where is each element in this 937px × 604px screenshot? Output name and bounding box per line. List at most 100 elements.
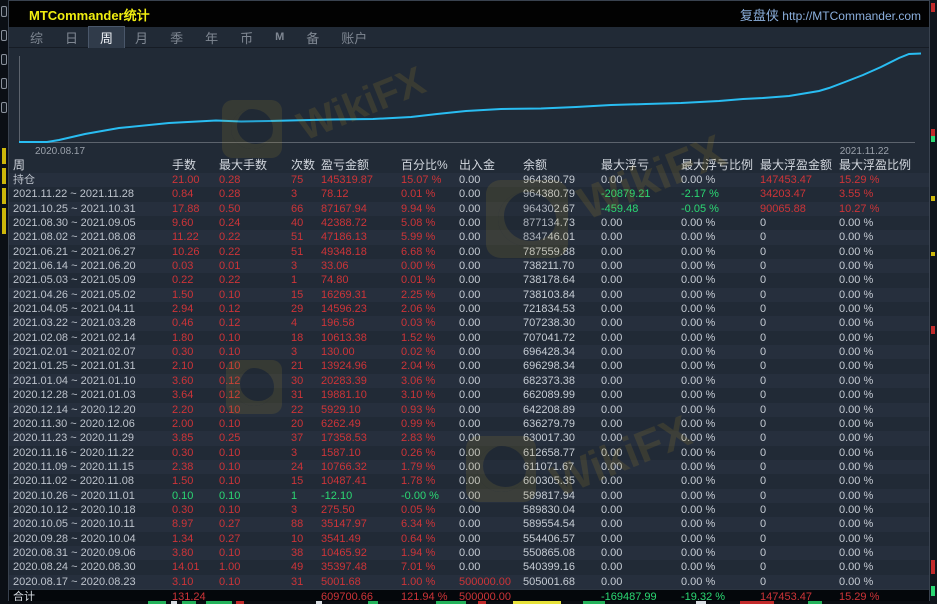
cell: 31 xyxy=(291,388,321,402)
table-row[interactable]: 2020.09.28 ~ 2020.10.041.340.27103541.49… xyxy=(9,532,929,546)
table-row[interactable]: 2021.06.14 ~ 2021.06.200.030.01333.060.0… xyxy=(9,259,929,273)
cell: 0.46 xyxy=(172,316,219,330)
cell: 8.97 xyxy=(172,517,219,531)
cell: 2021.04.05 ~ 2021.04.11 xyxy=(13,302,172,316)
table-row[interactable]: 2020.12.28 ~ 2021.01.033.640.123119881.1… xyxy=(9,388,929,402)
cell: 0.00 xyxy=(459,216,523,230)
menu-item-综[interactable]: 综 xyxy=(19,27,54,48)
table-row[interactable]: 2021.02.08 ~ 2021.02.141.800.101810613.3… xyxy=(9,331,929,345)
cell: 0 xyxy=(760,273,839,287)
cell: 0.00 % xyxy=(839,417,929,431)
brand-name: 复盘侠 xyxy=(740,8,779,23)
cell: 0 xyxy=(760,331,839,345)
cell: 0.03 xyxy=(172,259,219,273)
menu-item-币[interactable]: 币 xyxy=(229,27,264,48)
cell: 0.00 % xyxy=(839,359,929,373)
cell: 1.00 % xyxy=(401,575,459,589)
table-row[interactable]: 2020.08.17 ~ 2020.08.233.100.10315001.68… xyxy=(9,575,929,589)
cell: 0.10 xyxy=(172,489,219,503)
cell: 2021.08.02 ~ 2021.08.08 xyxy=(13,230,172,244)
cell: 0.84 xyxy=(172,187,219,201)
menu-item-账户[interactable]: 账户 xyxy=(330,27,378,48)
cell: 0.00 % xyxy=(681,446,760,460)
cell: 2020.12.28 ~ 2021.01.03 xyxy=(13,388,172,402)
table-row[interactable]: 2020.11.02 ~ 2020.11.081.500.101510487.4… xyxy=(9,474,929,488)
brand-link[interactable]: 复盘侠 http://MTCommander.com xyxy=(740,5,921,24)
cell: 0.00 xyxy=(601,359,681,373)
cell: 9.94 % xyxy=(401,202,459,216)
cell: 0.00 xyxy=(459,288,523,302)
cell: 0.00 xyxy=(459,173,523,187)
cell: 0.00 % xyxy=(839,331,929,345)
table-row[interactable]: 2021.03.22 ~ 2021.03.280.460.124196.580.… xyxy=(9,316,929,330)
table-row[interactable]: 2020.12.14 ~ 2020.12.202.200.10225929.10… xyxy=(9,403,929,417)
table-row[interactable]: 2020.08.31 ~ 2020.09.063.800.103810465.9… xyxy=(9,546,929,560)
table-row[interactable]: 2021.01.25 ~ 2021.01.312.100.102113924.9… xyxy=(9,359,929,373)
table-row[interactable]: 2020.11.09 ~ 2020.11.152.380.102410766.3… xyxy=(9,460,929,474)
cell: 707041.72 xyxy=(523,331,601,345)
cell: 0.00 xyxy=(601,216,681,230)
cell: 275.50 xyxy=(321,503,401,517)
table-row[interactable]: 2021.05.03 ~ 2021.05.090.220.22174.800.0… xyxy=(9,273,929,287)
cell: 0.00 % xyxy=(839,460,929,474)
cell: 0.00 % xyxy=(839,388,929,402)
table-row[interactable]: 2020.11.16 ~ 2020.11.220.300.1031587.100… xyxy=(9,446,929,460)
cell: 2020.09.28 ~ 2020.10.04 xyxy=(13,532,172,546)
cell: 0.93 % xyxy=(401,403,459,417)
cell: 0.00 % xyxy=(681,503,760,517)
cell: 0.00 % xyxy=(839,431,929,445)
cell: 3.80 xyxy=(172,546,219,560)
table-row[interactable]: 持仓21.000.2875145319.8715.07 %0.00964380.… xyxy=(9,173,929,187)
cell: 550865.08 xyxy=(523,546,601,560)
cell: 0.01 xyxy=(219,259,291,273)
table-row[interactable]: 2021.08.30 ~ 2021.09.059.600.244042388.7… xyxy=(9,216,929,230)
cell: 0.10 xyxy=(219,345,291,359)
menu-item-月[interactable]: 月 xyxy=(124,27,159,48)
table-row[interactable]: 2020.10.26 ~ 2020.11.010.100.101-12.10-0… xyxy=(9,489,929,503)
menu-item-周[interactable]: 周 xyxy=(89,27,124,48)
table-row[interactable]: 2020.11.23 ~ 2020.11.293.850.253717358.5… xyxy=(9,431,929,445)
table-row[interactable]: 2020.10.05 ~ 2020.10.118.970.278835147.9… xyxy=(9,517,929,531)
cell: 1.00 xyxy=(219,560,291,574)
cell: 2020.10.26 ~ 2020.11.01 xyxy=(13,489,172,503)
menu-item-季[interactable]: 季 xyxy=(159,27,194,48)
table-row[interactable]: 2020.11.30 ~ 2020.12.062.000.10206262.49… xyxy=(9,417,929,431)
menu-item-日[interactable]: 日 xyxy=(54,27,89,48)
cell: 0.10 xyxy=(219,403,291,417)
cell: 196.58 xyxy=(321,316,401,330)
cell: 2020.11.30 ~ 2020.12.06 xyxy=(13,417,172,431)
table-row[interactable]: 2021.08.02 ~ 2021.08.0811.220.225147186.… xyxy=(9,230,929,244)
cell: 2020.08.24 ~ 2020.08.30 xyxy=(13,560,172,574)
cell: 87167.94 xyxy=(321,202,401,216)
cell: 0.10 xyxy=(219,417,291,431)
table-row[interactable]: 2021.11.22 ~ 2021.11.280.840.28378.120.0… xyxy=(9,187,929,201)
cell: 0.00 % xyxy=(681,546,760,560)
cell: 0.00 % xyxy=(839,230,929,244)
table-row[interactable]: 2021.10.25 ~ 2021.10.3117.880.506687167.… xyxy=(9,202,929,216)
background-window-left-sliver xyxy=(0,0,8,604)
cell: 0.00 xyxy=(459,388,523,402)
cell: 0.00 xyxy=(601,460,681,474)
table-row[interactable]: 2021.06.21 ~ 2021.06.2710.260.225149348.… xyxy=(9,245,929,259)
cell: 0.00 % xyxy=(839,517,929,531)
cell: 14.01 xyxy=(172,560,219,574)
menu-item-年[interactable]: 年 xyxy=(194,27,229,48)
table-row[interactable]: 2021.02.01 ~ 2021.02.070.300.103130.000.… xyxy=(9,345,929,359)
menu-item-M[interactable]: M xyxy=(264,30,295,44)
cell: 0 xyxy=(760,302,839,316)
table-row[interactable]: 2021.04.05 ~ 2021.04.112.940.122914596.2… xyxy=(9,302,929,316)
cell: 0.00 xyxy=(459,273,523,287)
table-row[interactable]: 2020.08.24 ~ 2020.08.3014.011.004935397.… xyxy=(9,560,929,574)
cell: 0 xyxy=(760,374,839,388)
table-row[interactable]: 2020.10.12 ~ 2020.10.180.300.103275.500.… xyxy=(9,503,929,517)
cell: 2021.08.30 ~ 2021.09.05 xyxy=(13,216,172,230)
table-row[interactable]: 2021.01.04 ~ 2021.01.103.600.123020283.3… xyxy=(9,374,929,388)
table-row[interactable]: 2021.04.26 ~ 2021.05.021.500.101516269.3… xyxy=(9,288,929,302)
cell: 19881.10 xyxy=(321,388,401,402)
cell: 0 xyxy=(760,403,839,417)
menu-item-备[interactable]: 备 xyxy=(295,27,330,48)
cell: 696428.34 xyxy=(523,345,601,359)
cell: 0.24 xyxy=(219,216,291,230)
cell: 22 xyxy=(291,403,321,417)
cell: 3 xyxy=(291,503,321,517)
